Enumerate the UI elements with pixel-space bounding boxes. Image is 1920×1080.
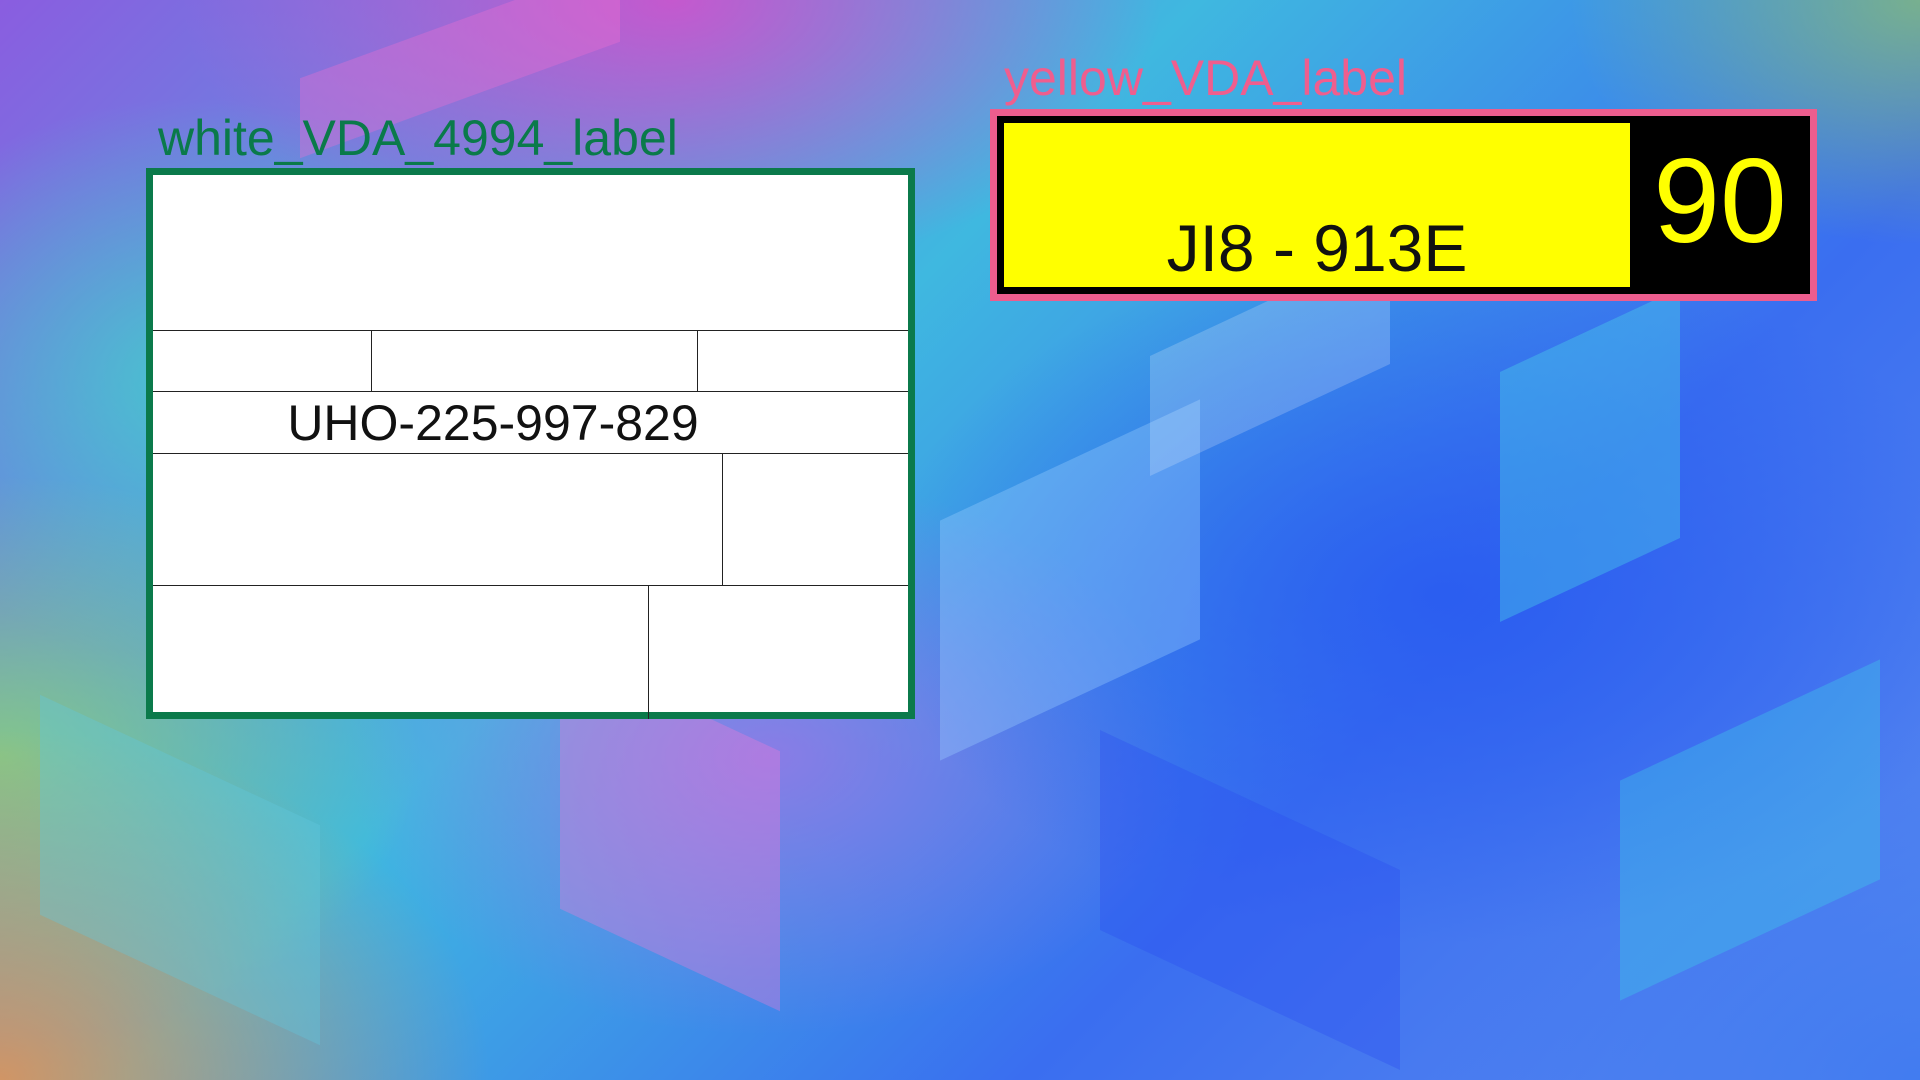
white-label-caption: white_VDA_4994_label <box>158 110 678 166</box>
yellow-vda-label: JI8 - 913E 90 <box>990 109 1817 301</box>
background-facet <box>1100 730 1400 1070</box>
yellow-label-caption: yellow_VDA_label <box>1004 50 1408 106</box>
divider <box>648 585 649 719</box>
divider <box>722 453 723 585</box>
background-facet <box>1500 288 1680 622</box>
divider <box>371 330 372 391</box>
divider <box>153 585 908 586</box>
yellow-label-code: JI8 - 913E <box>1166 211 1468 285</box>
white-label-code: UHO-225-997-829 <box>287 395 699 451</box>
yellow-label-body: JI8 - 913E <box>1004 123 1630 287</box>
divider <box>153 330 908 331</box>
divider <box>697 330 698 391</box>
divider <box>153 391 908 392</box>
yellow-label-number: 90 <box>1653 134 1787 268</box>
background-facet <box>40 694 320 1046</box>
divider <box>153 453 908 454</box>
background-facet <box>1620 659 1880 1001</box>
white-vda-4994-label: UHO-225-997-829 <box>146 168 915 719</box>
